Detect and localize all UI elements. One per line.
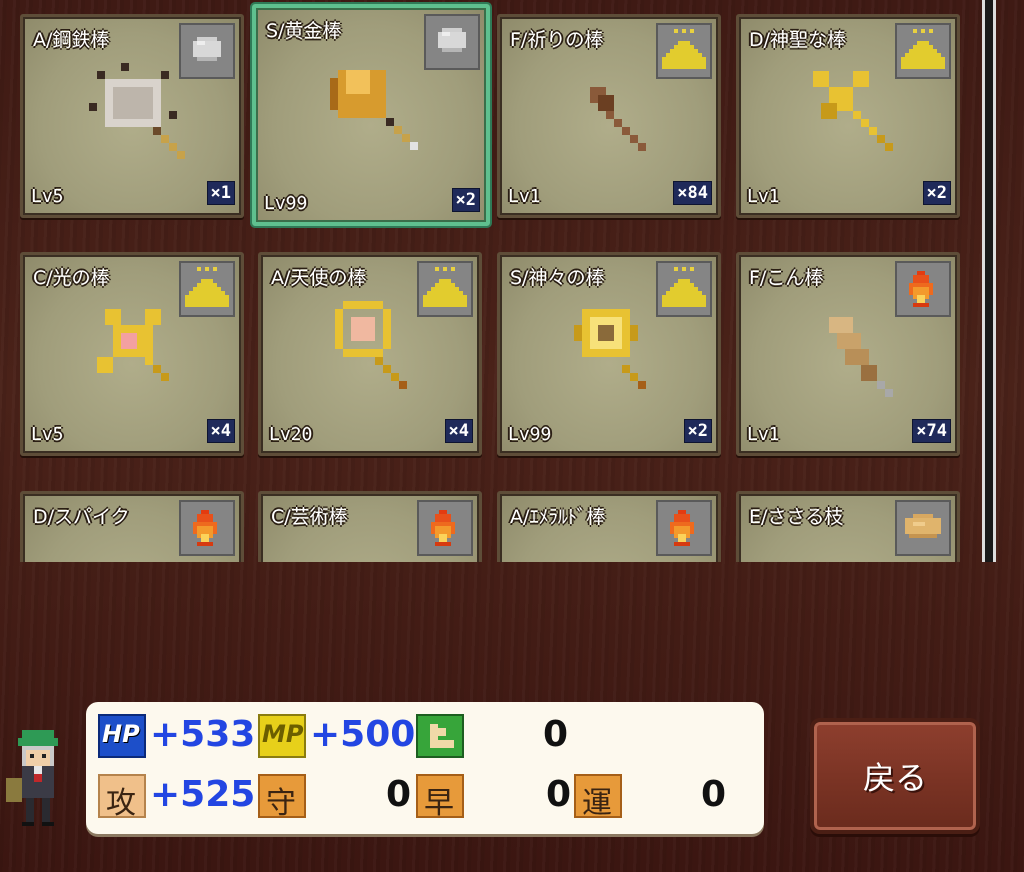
item-name: A/天使の棒 xyxy=(271,267,367,289)
item-name: D/神聖な棒 xyxy=(749,29,847,51)
back-button-label: 戻る xyxy=(862,759,927,797)
item-name: E/ささる枝 xyxy=(749,506,844,528)
fire-icon xyxy=(895,261,951,317)
attack-icon: 攻 xyxy=(98,774,146,821)
item-card[interactable]: S/黄金棒 Lv99 ×2 xyxy=(252,4,490,226)
item-level: Lv99 xyxy=(264,193,308,214)
item-name: S/黄金棒 xyxy=(266,20,342,42)
stone-icon xyxy=(179,23,235,79)
mace-gold-icon xyxy=(306,46,434,178)
item-level: Lv1 xyxy=(508,186,541,207)
item-card[interactable]: D/スパイク xyxy=(20,491,244,562)
power-value: 0 xyxy=(542,714,568,755)
defense-value: 0 xyxy=(385,774,411,815)
scrollbar[interactable] xyxy=(978,0,998,562)
item-quantity: ×84 xyxy=(673,181,712,205)
item-name: F/こん棒 xyxy=(749,267,824,289)
item-quantity: ×2 xyxy=(683,419,712,443)
item-quantity: ×4 xyxy=(444,419,473,443)
item-name: A/鋼鉄棒 xyxy=(33,29,110,51)
item-level: Lv1 xyxy=(747,186,780,207)
fire-icon xyxy=(179,500,235,556)
item-card[interactable]: A/鋼鉄棒 Lv5 ×1 xyxy=(20,14,244,218)
sand-icon xyxy=(656,23,712,79)
hp-value: +533 xyxy=(150,714,256,755)
item-quantity: ×2 xyxy=(451,188,480,212)
sand-icon xyxy=(179,261,235,317)
scrollbar-thumb[interactable] xyxy=(982,0,996,562)
item-card[interactable]: F/こん棒 Lv1 ×74 xyxy=(736,252,960,456)
item-card[interactable]: D/神聖な棒 Lv1 ×2 xyxy=(736,14,960,218)
fire-icon xyxy=(656,500,712,556)
stone-icon xyxy=(424,14,480,70)
character-avatar xyxy=(2,722,82,842)
item-card[interactable]: C/光の棒 Lv5 ×4 xyxy=(20,252,244,456)
item-quantity: ×2 xyxy=(922,181,951,205)
sand-icon xyxy=(656,261,712,317)
item-name: S/神々の棒 xyxy=(510,267,605,289)
mp-icon: MP xyxy=(258,714,306,758)
item-level: Lv99 xyxy=(508,424,552,445)
item-card[interactable]: E/ささる枝 xyxy=(736,491,960,562)
item-level: Lv5 xyxy=(31,424,64,445)
item-name: A/ｴﾒﾗﾙﾄﾞ棒 xyxy=(510,506,606,528)
mp-label: MP xyxy=(262,720,304,748)
item-quantity: ×4 xyxy=(206,419,235,443)
bread-icon xyxy=(895,500,951,556)
item-card[interactable]: F/祈りの棒 Lv1 ×84 xyxy=(497,14,721,218)
item-grid: A/鋼鉄棒 Lv5 ×1 S/黄金棒 Lv99 ×2 F/祈りの棒 Lv1 ×84 D/神聖な棒 L… xyxy=(0,0,976,562)
strength-icon xyxy=(416,714,464,758)
back-button[interactable]: 戻る xyxy=(810,718,980,834)
sand-icon xyxy=(417,261,473,317)
item-card[interactable]: A/ｴﾒﾗﾙﾄﾞ棒 xyxy=(497,491,721,562)
mp-value: +500 xyxy=(310,714,416,755)
stats-panel: HP +533 MP +500 0 攻 +525 守 0 早 0 運 0 xyxy=(86,702,764,834)
item-name: D/スパイク xyxy=(33,506,130,528)
hp-icon: HP xyxy=(98,714,146,758)
item-level: Lv1 xyxy=(747,424,780,445)
item-name: C/芸術棒 xyxy=(271,506,348,528)
luck-value: 0 xyxy=(700,774,726,815)
item-card[interactable]: A/天使の棒 Lv20 ×4 xyxy=(258,252,482,456)
item-name: F/祈りの棒 xyxy=(510,29,604,51)
sand-icon xyxy=(895,23,951,79)
fire-icon xyxy=(417,500,473,556)
item-quantity: ×74 xyxy=(912,419,951,443)
attack-value: +525 xyxy=(150,774,256,815)
item-quantity: ×1 xyxy=(206,181,235,205)
magic-value: 0 xyxy=(545,774,571,815)
item-card[interactable]: C/芸術棒 xyxy=(258,491,482,562)
item-name: C/光の棒 xyxy=(33,267,110,289)
item-card[interactable]: S/神々の棒 Lv99 ×2 xyxy=(497,252,721,456)
item-level: Lv20 xyxy=(269,424,313,445)
item-level: Lv5 xyxy=(31,186,64,207)
hp-label: HP xyxy=(102,720,140,748)
